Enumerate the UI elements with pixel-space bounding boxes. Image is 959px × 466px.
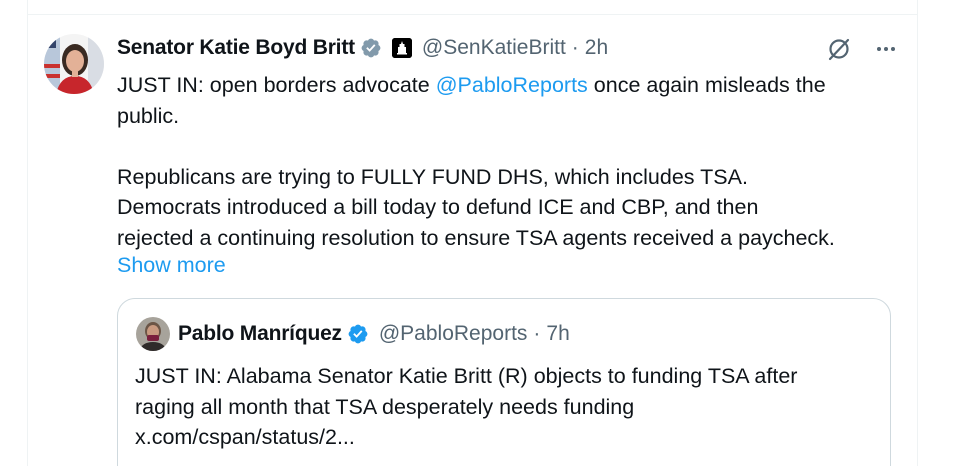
author-name[interactable]: Senator Katie Boyd Britt bbox=[117, 36, 355, 60]
timeline-divider-left bbox=[27, 0, 28, 466]
quote-header: Pablo Manríquez @PabloReports · 7h bbox=[178, 319, 570, 349]
tweet-actions bbox=[826, 36, 898, 62]
quote-separator-dot: · bbox=[533, 322, 541, 345]
quoted-tweet-card[interactable]: Pablo Manríquez @PabloReports · 7h JUST … bbox=[117, 298, 891, 466]
quote-author-handle: @PabloReports bbox=[378, 322, 528, 345]
show-more-link[interactable]: Show more bbox=[117, 250, 226, 280]
capitol-affiliation-icon[interactable] bbox=[391, 38, 412, 58]
grok-icon[interactable] bbox=[826, 36, 852, 62]
quote-author-name: Pablo Manríquez bbox=[178, 322, 342, 345]
quote-text-line: raging all month that TSA desperately ne… bbox=[135, 394, 635, 419]
author-handle[interactable]: @SenKatieBritt bbox=[422, 36, 566, 60]
tweet-text: JUST IN: open borders advocate @PabloRep… bbox=[117, 70, 907, 253]
quote-author-avatar bbox=[136, 317, 170, 351]
tweet-text-line: Republicans are trying to FULLY FUND DHS… bbox=[117, 164, 748, 189]
timeline-divider-right bbox=[917, 0, 918, 466]
tweet-text-line: public. bbox=[117, 103, 180, 128]
tweet-top-divider bbox=[27, 14, 918, 15]
tweet-text-line: rejected a continuing resolution to ensu… bbox=[117, 225, 835, 250]
verified-badge-icon bbox=[347, 323, 369, 345]
tweet-timestamp[interactable]: 2h bbox=[585, 36, 608, 60]
gov-verified-badge-icon[interactable] bbox=[360, 37, 382, 59]
more-icon[interactable] bbox=[874, 37, 898, 61]
author-avatar-image bbox=[44, 34, 104, 94]
tweet-text-line: Democrats introduced a bill today to def… bbox=[117, 195, 759, 219]
separator-dot: · bbox=[571, 36, 579, 59]
quote-timestamp: 7h bbox=[546, 322, 570, 345]
tweet-view: Senator Katie Boyd Britt @SenKatieBritt … bbox=[0, 0, 959, 466]
quote-text: JUST IN: Alabama Senator Katie Britt (R)… bbox=[135, 361, 875, 453]
quote-text-line: JUST IN: Alabama Senator Katie Britt (R)… bbox=[135, 364, 798, 388]
quote-link[interactable]: x.com/cspan/status/2... bbox=[135, 422, 875, 453]
tweet-header: Senator Katie Boyd Britt @SenKatieBritt … bbox=[117, 33, 608, 63]
tweet-text-suffix: once again misleads the bbox=[587, 73, 826, 97]
quote-avatar-image bbox=[136, 317, 170, 351]
author-avatar[interactable] bbox=[44, 34, 104, 94]
tweet-text-prefix: JUST IN: open borders advocate bbox=[117, 73, 436, 97]
mention-link[interactable]: @PabloReports bbox=[436, 73, 588, 97]
